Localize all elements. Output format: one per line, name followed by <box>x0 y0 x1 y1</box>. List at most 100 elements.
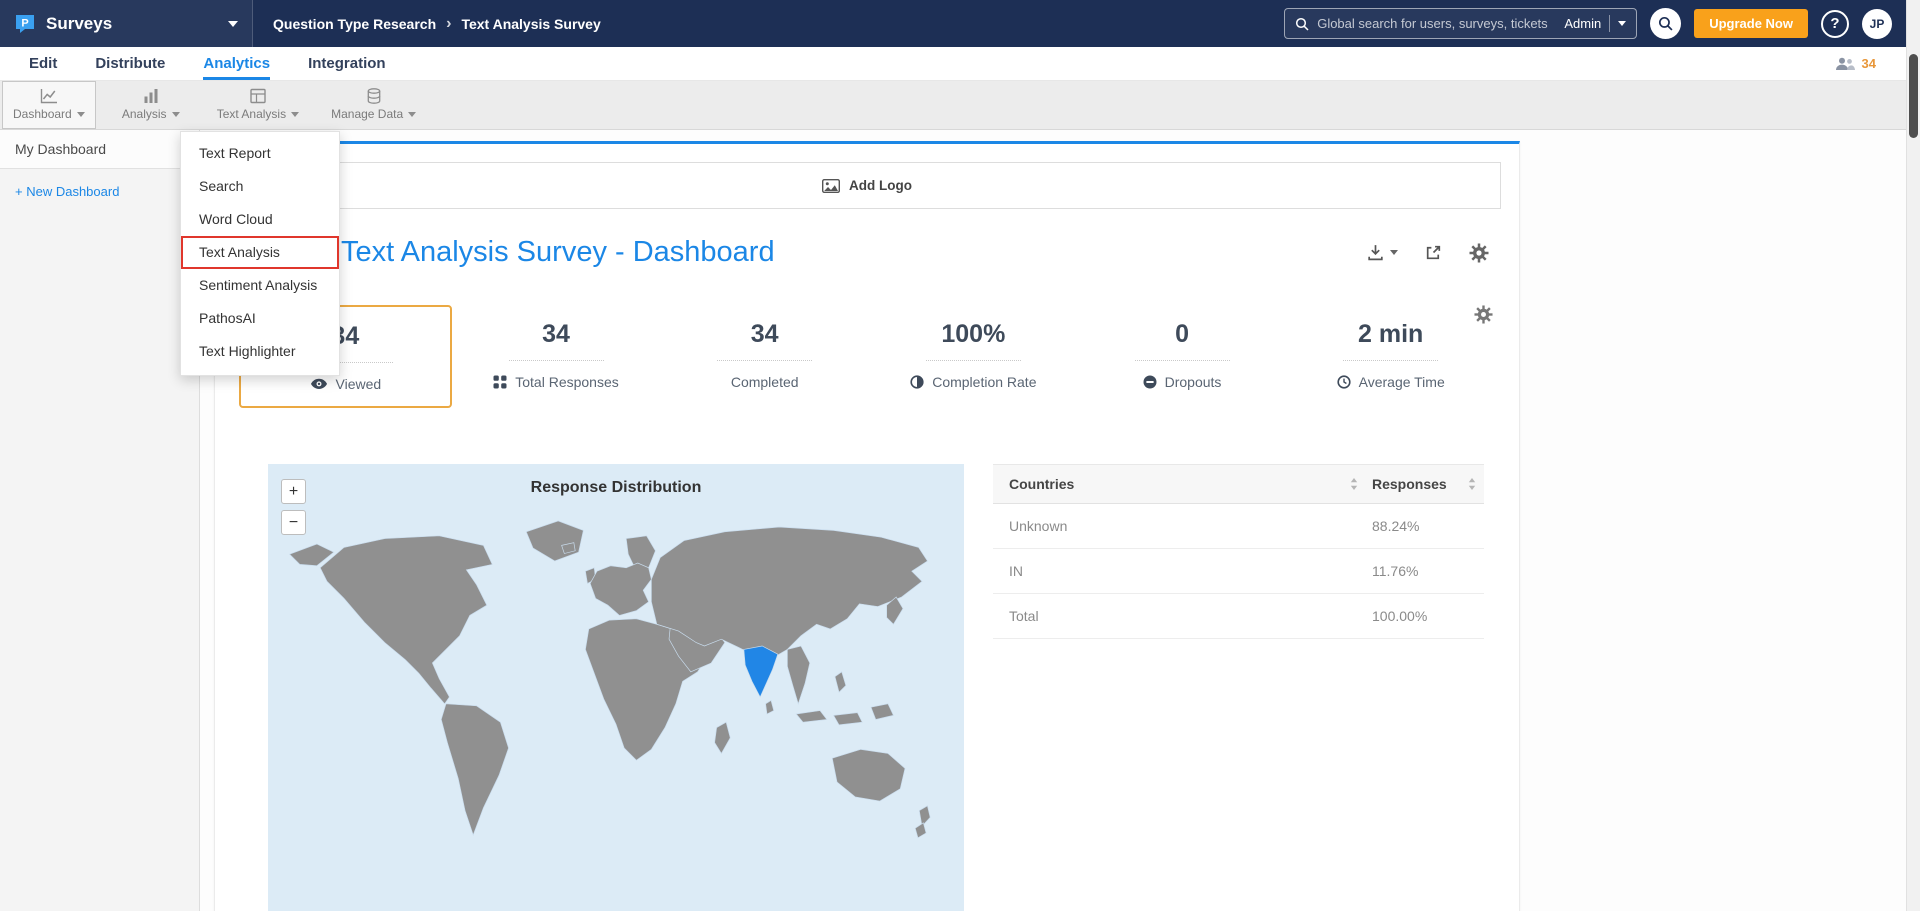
column-responses[interactable]: Responses <box>1372 476 1447 492</box>
stat-average-time-value: 2 min <box>1343 320 1438 361</box>
eye-icon <box>310 378 328 390</box>
responses-count: 34 <box>1862 56 1876 71</box>
stat-average-time: 2 min Average Time <box>1286 305 1495 408</box>
title-actions <box>1366 243 1489 263</box>
add-logo-label: Add Logo <box>849 178 912 193</box>
dashboard-sidebar: My Dashboard + New Dashboard <box>0 130 200 911</box>
tab-edit[interactable]: Edit <box>29 47 57 80</box>
app-screen: P Surveys Question Type Research › Text … <box>0 0 1920 911</box>
breadcrumb-separator: › <box>446 15 451 33</box>
help-button[interactable]: ? <box>1821 10 1849 38</box>
scope-chevron-down-icon[interactable] <box>1618 21 1626 26</box>
stat-completed: 34 Completed <box>660 305 869 408</box>
image-icon <box>822 179 840 193</box>
table-header: Countries Responses <box>993 464 1484 504</box>
svg-text:P: P <box>21 17 28 29</box>
scrollbar-thumb[interactable] <box>1909 54 1918 138</box>
responses-cell: 100.00% <box>1372 608 1484 624</box>
table-row: Unknown 88.24% <box>993 504 1484 549</box>
tab-integration[interactable]: Integration <box>308 47 386 80</box>
stat-completed-value: 34 <box>717 320 812 361</box>
add-logo-button[interactable]: Add Logo <box>233 162 1501 209</box>
toolbar-manage-data-button[interactable]: Manage Data <box>320 81 427 129</box>
chevron-down-icon <box>77 112 85 117</box>
menu-item-sentiment-analysis[interactable]: Sentiment Analysis <box>181 269 339 302</box>
tab-distribute[interactable]: Distribute <box>95 47 165 80</box>
new-dashboard-button[interactable]: + New Dashboard <box>0 169 199 214</box>
upgrade-now-button[interactable]: Upgrade Now <box>1694 9 1808 38</box>
stats-row: 34 Viewed 34 <box>233 305 1501 408</box>
chevron-down-icon <box>1390 250 1398 255</box>
menu-item-word-cloud[interactable]: Word Cloud <box>181 203 339 236</box>
stat-completion-rate-value: 100% <box>926 320 1021 361</box>
breadcrumb: Question Type Research › Text Analysis S… <box>273 15 601 33</box>
product-switcher[interactable]: P Surveys <box>0 0 253 47</box>
stat-completed-label: Completed <box>731 374 799 390</box>
settings-gear-icon[interactable] <box>1469 243 1489 263</box>
sidebar-item-my-dashboard[interactable]: My Dashboard <box>0 130 199 169</box>
page-scrollbar[interactable] <box>1906 0 1920 911</box>
app-title: Surveys <box>46 14 112 34</box>
table-row: IN 11.76% <box>993 549 1484 594</box>
world-map[interactable] <box>276 503 956 857</box>
report-table-icon <box>250 88 266 104</box>
stat-total-responses-value: 34 <box>509 320 604 361</box>
clock-icon <box>1337 375 1351 389</box>
chevron-down-icon <box>172 112 180 117</box>
page-title: Text Analysis Survey - Dashboard <box>341 236 775 269</box>
responses-cell: 11.76% <box>1372 563 1484 579</box>
zoom-out-button[interactable]: − <box>281 510 306 535</box>
toolbar-analysis-label: Analysis <box>122 107 167 121</box>
sort-icon[interactable] <box>1468 478 1476 490</box>
chevron-down-icon <box>291 112 299 117</box>
questionpro-logo-icon: P <box>14 13 36 35</box>
sort-icon[interactable] <box>1350 478 1358 490</box>
country-cell: IN <box>993 563 1372 579</box>
table-row: Total 100.00% <box>993 594 1484 639</box>
chevron-down-icon <box>228 21 238 27</box>
share-button[interactable] <box>1424 243 1443 262</box>
topbar-actions: Admin Upgrade Now ? JP <box>1284 8 1920 39</box>
stat-average-time-label: Average Time <box>1359 374 1445 390</box>
menu-item-text-report[interactable]: Text Report <box>181 137 339 170</box>
stat-total-responses: 34 Total Responses <box>452 305 661 408</box>
breadcrumb-parent[interactable]: Question Type Research <box>273 16 436 32</box>
country-cell: Total <box>993 608 1372 624</box>
global-search: Admin <box>1284 8 1637 39</box>
user-avatar[interactable]: JP <box>1862 9 1892 39</box>
search-input[interactable] <box>1317 16 1556 31</box>
map-zoom-controls: + − <box>281 479 306 535</box>
toolbar-dashboard-button[interactable]: Dashboard <box>2 81 96 129</box>
dashboard-card: Add Logo Text Analysis Survey - Dashboar… <box>214 141 1520 911</box>
breadcrumb-current[interactable]: Text Analysis Survey <box>461 16 600 32</box>
stat-dropouts: 0 Dropouts <box>1078 305 1287 408</box>
stat-dropouts-value: 0 <box>1135 320 1230 361</box>
title-row: Text Analysis Survey - Dashboard <box>233 236 1501 269</box>
toolbar-analysis-button[interactable]: Analysis <box>106 81 196 129</box>
menu-item-search[interactable]: Search <box>181 170 339 203</box>
menu-item-text-highlighter[interactable]: Text Highlighter <box>181 335 339 368</box>
people-icon <box>1835 57 1855 71</box>
tab-analytics[interactable]: Analytics <box>203 47 270 80</box>
stat-completion-rate: 100% Completion Rate <box>869 305 1078 408</box>
stats-section: 34 Viewed 34 <box>233 305 1501 408</box>
search-submit-button[interactable] <box>1650 8 1681 39</box>
search-scope-label[interactable]: Admin <box>1564 16 1601 31</box>
download-button[interactable] <box>1366 243 1398 262</box>
toolbar-text-analysis-button[interactable]: Text Analysis <box>206 81 310 129</box>
analytics-toolbar: Dashboard Analysis Text Analysis Manage … <box>0 81 1920 130</box>
grid-icon <box>493 375 507 389</box>
search-icon <box>1295 17 1309 31</box>
country-cell: Unknown <box>993 518 1372 534</box>
toolbar-manage-data-label: Manage Data <box>331 107 403 121</box>
stat-completion-rate-label: Completion Rate <box>932 374 1036 390</box>
menu-item-pathosai[interactable]: PathosAI <box>181 302 339 335</box>
countries-table: Countries Responses <box>993 464 1484 639</box>
column-countries[interactable]: Countries <box>1009 476 1074 492</box>
main-content: Add Logo Text Analysis Survey - Dashboar… <box>200 130 1920 911</box>
menu-item-text-analysis[interactable]: Text Analysis <box>181 236 339 269</box>
stats-settings-gear-icon[interactable] <box>1474 305 1493 324</box>
zoom-in-button[interactable]: + <box>281 479 306 504</box>
distribution-row: Response Distribution + − <box>268 464 1501 911</box>
stat-viewed-label: Viewed <box>336 376 382 392</box>
